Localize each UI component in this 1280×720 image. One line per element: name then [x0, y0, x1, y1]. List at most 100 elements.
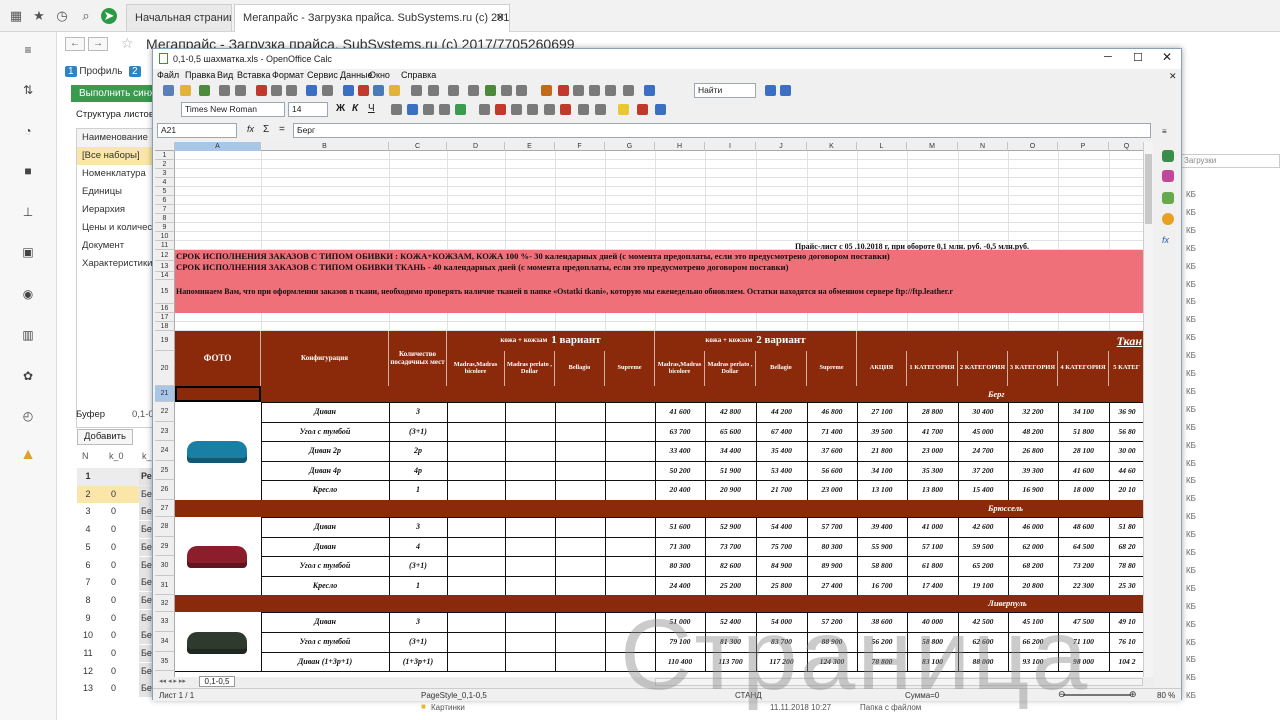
- cell-price[interactable]: 21 800: [857, 446, 907, 455]
- cell-config[interactable]: Угол с тумбой: [261, 561, 389, 570]
- cell-price[interactable]: 46 000: [1008, 522, 1058, 531]
- cell-price[interactable]: 73 200: [1058, 561, 1109, 570]
- format-icon[interactable]: [511, 104, 522, 115]
- function-wizard-icon[interactable]: fx: [247, 124, 254, 134]
- buffer-row[interactable]: 8 0 Бе: [77, 591, 157, 610]
- explorer-search[interactable]: Загрузки: [1180, 154, 1280, 168]
- font-name-select[interactable]: Times New Roman: [181, 102, 285, 117]
- find-next-icon[interactable]: [765, 85, 776, 96]
- row-header[interactable]: 25: [155, 460, 175, 481]
- cell-price[interactable]: 27 100: [857, 407, 907, 416]
- cell-price[interactable]: 56 80: [1109, 427, 1143, 436]
- selected-cell[interactable]: [175, 386, 261, 402]
- cell-price[interactable]: 35 300: [907, 466, 958, 475]
- toolbar-icon[interactable]: [485, 85, 496, 96]
- column-header[interactable]: A: [175, 142, 261, 151]
- column-header[interactable]: H: [655, 142, 705, 151]
- cell-price[interactable]: 39 300: [1008, 466, 1058, 475]
- cell-config[interactable]: Кресло: [261, 581, 389, 590]
- cell-price[interactable]: 50 200: [655, 466, 705, 475]
- row-header[interactable]: 6: [155, 196, 175, 205]
- cell-price[interactable]: 75 700: [756, 542, 807, 551]
- cell-config[interactable]: Диван (1+3р+1): [261, 657, 389, 666]
- column-header[interactable]: C: [389, 142, 447, 151]
- cell-price[interactable]: 80 300: [807, 542, 857, 551]
- struct-item[interactable]: [Все наборы]: [77, 147, 155, 165]
- cell-qty[interactable]: 4: [389, 542, 447, 551]
- spreadsheet-grid[interactable]: ABCDEFGHIJKLMNOPQ 1 2 3 4 5 6 7 8 9 10 11 12 13 14 15 1…: [155, 142, 1143, 677]
- gallery-icon[interactable]: [1162, 192, 1174, 204]
- cell-qty[interactable]: 1: [389, 485, 447, 494]
- cell-price[interactable]: 63 700: [655, 427, 705, 436]
- column-header[interactable]: P: [1058, 142, 1109, 151]
- cell-price[interactable]: 44 60: [1109, 466, 1143, 475]
- cell-price[interactable]: 28 100: [1058, 446, 1109, 455]
- struct-item[interactable]: Иерархия: [77, 201, 155, 219]
- cell-price[interactable]: 20 900: [705, 485, 756, 494]
- properties-icon[interactable]: [1162, 150, 1174, 162]
- cell-price[interactable]: 30 400: [958, 407, 1008, 416]
- cell-price[interactable]: 24 400: [655, 581, 705, 590]
- cell-price[interactable]: 16 700: [857, 581, 907, 590]
- cell-price[interactable]: 104 2: [1109, 657, 1143, 666]
- toolbar-icon[interactable]: [322, 85, 333, 96]
- toolbar-icon[interactable]: [468, 85, 479, 96]
- equals-icon[interactable]: =: [279, 124, 285, 135]
- buffer-row[interactable]: 13 0 Бе: [77, 680, 157, 699]
- cell-price[interactable]: 82 600: [705, 561, 756, 570]
- toolbar-icon[interactable]: [235, 85, 246, 96]
- column-header[interactable]: K: [807, 142, 857, 151]
- struct-item[interactable]: Характеристики: [77, 255, 155, 273]
- cell-config[interactable]: Угол с тумбой: [261, 427, 389, 436]
- toolbar-icon[interactable]: [271, 85, 282, 96]
- cell-price[interactable]: 39 400: [857, 522, 907, 531]
- pyramid-icon[interactable]: ▲: [20, 447, 36, 463]
- search-icon[interactable]: ⌕: [78, 8, 94, 24]
- format-icon[interactable]: [455, 104, 466, 115]
- toolbar-icon[interactable]: [589, 85, 600, 96]
- toolbar-icon[interactable]: [644, 85, 655, 96]
- menu-item[interactable]: Данные: [340, 70, 373, 80]
- production-icon[interactable]: ◉: [20, 286, 36, 302]
- cell-price[interactable]: 41 600: [1058, 466, 1109, 475]
- row-header[interactable]: 9: [155, 223, 175, 232]
- row-header[interactable]: 16: [155, 304, 175, 313]
- cell-price[interactable]: 57 100: [907, 542, 958, 551]
- bag-icon[interactable]: ■: [20, 163, 36, 179]
- cell-price[interactable]: 68 20: [1109, 542, 1143, 551]
- row-header[interactable]: 17: [155, 313, 175, 322]
- menu-item[interactable]: Справка: [401, 70, 436, 80]
- row-header[interactable]: 20: [155, 351, 175, 386]
- close-icon[interactable]: ✕: [496, 5, 505, 31]
- cell-price[interactable]: 15 400: [958, 485, 1008, 494]
- history-icon[interactable]: ◷: [54, 8, 70, 24]
- cell-price[interactable]: 49 10: [1109, 617, 1143, 626]
- cell-price[interactable]: 56 600: [807, 466, 857, 475]
- column-header[interactable]: F: [555, 142, 605, 151]
- row-header[interactable]: 33: [155, 612, 175, 632]
- column-header[interactable]: M: [907, 142, 958, 151]
- cell-price[interactable]: 33 400: [655, 446, 705, 455]
- font-size-select[interactable]: 14: [288, 102, 328, 117]
- cell-price[interactable]: 89 900: [807, 561, 857, 570]
- cart-icon[interactable]: ⊥: [20, 204, 36, 220]
- cell-price[interactable]: 71 300: [655, 542, 705, 551]
- format-icon[interactable]: [527, 104, 538, 115]
- cell-price[interactable]: 53 400: [756, 466, 807, 475]
- cell-price[interactable]: 34 100: [1058, 407, 1109, 416]
- cell-price[interactable]: 37 600: [807, 446, 857, 455]
- cell-config[interactable]: Диван: [261, 542, 389, 551]
- toolbar-icon[interactable]: [428, 85, 439, 96]
- cell-price[interactable]: 25 800: [756, 581, 807, 590]
- toolbar-icon[interactable]: [389, 85, 400, 96]
- reports-icon[interactable]: ▥: [20, 327, 36, 343]
- cell-config[interactable]: Диван: [261, 522, 389, 531]
- cell-price[interactable]: 37 200: [958, 466, 1008, 475]
- cell-config[interactable]: Диван 4р: [261, 466, 389, 475]
- clock-icon[interactable]: ◴: [20, 408, 36, 424]
- underline-button[interactable]: Ч: [368, 103, 375, 114]
- minimize-icon[interactable]: ─: [1104, 51, 1112, 63]
- row-header[interactable]: 29: [155, 536, 175, 557]
- row-header[interactable]: 34: [155, 632, 175, 652]
- toolbar-icon[interactable]: [516, 85, 527, 96]
